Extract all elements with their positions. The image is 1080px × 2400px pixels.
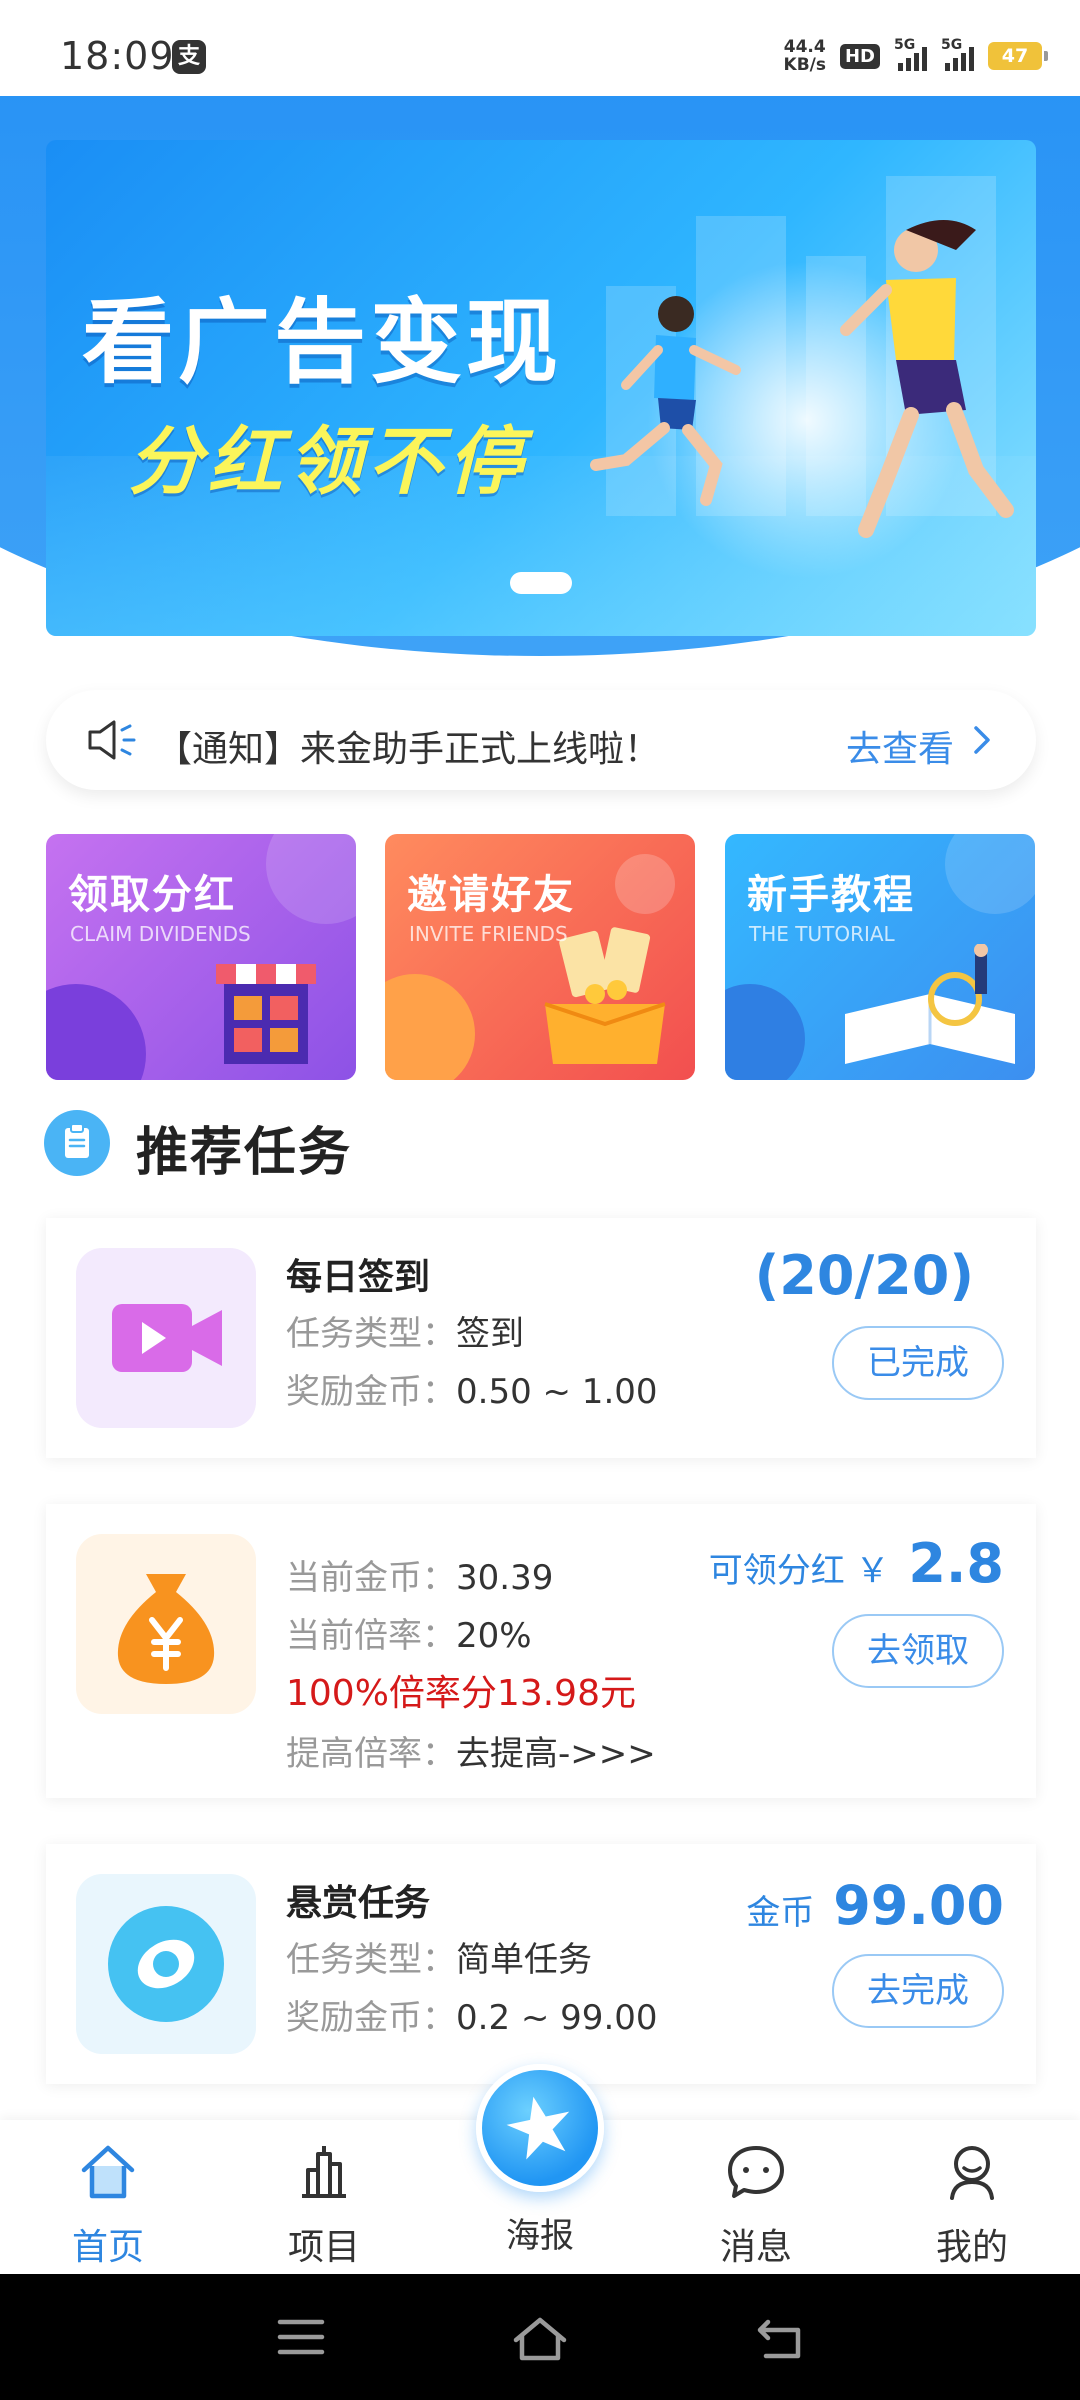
notice-text: 【通知】来金助手正式上线啦！ (156, 729, 661, 770)
building-icon (302, 2146, 346, 2198)
task-reward-value: 0.2 ~ 99.00 (456, 1998, 658, 2038)
tutorial-card[interactable]: 新手教程 THE TUTORIAL (725, 834, 1035, 1080)
card-title: 新手教程 (747, 872, 915, 918)
status-time: 18:09 (60, 34, 175, 78)
bounty-coins-label: 金币 (746, 1893, 815, 1933)
claim-dividends-card[interactable]: 领取分红 CLAIM DIVIDENDS (46, 834, 356, 1080)
task-type-label: 任务类型： (286, 1314, 456, 1354)
status-bar: 18:09 支 44.4 KB/s HD 5G 5G 47 (0, 0, 1080, 96)
task-reward: 奖励金币：0.50 ~ 1.00 (286, 1364, 658, 1413)
current-coins-label: 当前金币： (286, 1558, 456, 1598)
signal-label: 5G (941, 37, 963, 53)
task-name: 每日签到 (286, 1257, 431, 1298)
completed-button[interactable]: 已完成 (832, 1326, 1004, 1400)
money-bag-icon (76, 1534, 256, 1714)
chat-icon (728, 2146, 784, 2198)
signal-label: 5G (894, 37, 916, 53)
signin-progress: (20/20) (754, 1244, 974, 1307)
card-title: 领取分红 (68, 872, 236, 918)
claimable-dividend-value: 2.8 (908, 1532, 1004, 1595)
runner-illustration (590, 296, 741, 506)
complete-task-button[interactable]: 去完成 (832, 1954, 1004, 2028)
network-speed-value: 44.4 (783, 37, 826, 57)
current-coins-value: 30.39 (456, 1558, 554, 1598)
current-rate: 当前倍率：20% (286, 1608, 532, 1657)
system-navigation-bar (0, 2274, 1080, 2400)
current-rate-label: 当前倍率： (286, 1616, 456, 1656)
claim-button[interactable]: 去领取 (832, 1614, 1004, 1688)
star-icon (506, 2096, 570, 2160)
hd-icon: HD (839, 43, 880, 69)
task-type-value: 签到 (456, 1314, 524, 1354)
dividend-task[interactable]: 当前金币：30.39 当前倍率：20% 100%倍率分13.98元 提高倍率：去… (46, 1504, 1036, 1798)
claimable-dividend: 可领分红 ￥ 2.8 (709, 1532, 1004, 1595)
current-rate-value: 20% (456, 1616, 532, 1656)
network-speed-unit: KB/s (783, 55, 826, 75)
task-name: 悬赏任务 (286, 1883, 431, 1924)
nav-label: 首页 (71, 2227, 144, 2268)
banner-title: 看广告变现 (82, 289, 563, 396)
home-system-icon[interactable] (510, 2316, 570, 2362)
task-reward-value: 0.50 ~ 1.00 (456, 1372, 658, 1412)
video-camera-icon (76, 1248, 256, 1428)
task-type: 任务类型：简单任务 (286, 1932, 592, 1981)
card-subtitle: CLAIM DIVIDENDS (70, 922, 251, 946)
boost-rate-label: 提高倍率： (286, 1734, 456, 1774)
battery-icon: 47 (988, 42, 1048, 70)
section-title: 推荐任务 (136, 1123, 353, 1183)
task-type-value: 简单任务 (456, 1940, 592, 1980)
full-rate-dividend-text: 100%倍率分13.98元 (286, 1673, 636, 1714)
clipboard-icon (44, 1110, 110, 1176)
card-subtitle: INVITE FRIENDS (409, 922, 568, 946)
signal-icon: 5G (894, 37, 927, 71)
task-reward: 奖励金币：0.2 ~ 99.00 (286, 1990, 658, 2039)
gift-box-illustration (544, 927, 666, 1064)
runner-illustration (840, 220, 1014, 538)
chevron-right-icon[interactable] (966, 724, 996, 756)
bounty-task[interactable]: 悬赏任务 任务类型：简单任务 奖励金币：0.2 ~ 99.00 金币 99.00… (46, 1844, 1036, 2084)
user-icon (950, 2146, 994, 2200)
boost-rate-link[interactable]: 去提高->>> (456, 1734, 656, 1774)
nav-item-home[interactable]: 首页 (28, 2120, 188, 2274)
nav-item-messages[interactable]: 消息 (676, 2120, 836, 2274)
status-indicators: 44.4 KB/s HD 5G 5G 47 (784, 36, 1048, 76)
task-reward-label: 奖励金币： (286, 1372, 456, 1412)
task-type: 任务类型：签到 (286, 1306, 524, 1355)
speaker-icon (88, 720, 136, 760)
nav-label: 我的 (935, 2227, 1008, 2268)
notice-view-link[interactable]: 去查看 (846, 720, 954, 772)
bounty-coins: 金币 99.00 (746, 1874, 1004, 1937)
current-coins: 当前金币：30.39 (286, 1550, 553, 1599)
card-title: 邀请好友 (407, 872, 575, 918)
signal-icon: 5G (941, 37, 974, 71)
boost-rate[interactable]: 提高倍率：去提高->>> (286, 1726, 656, 1775)
nav-item-mine[interactable]: 我的 (892, 2120, 1052, 2274)
invite-friends-card[interactable]: 邀请好友 INVITE FRIENDS (385, 834, 695, 1080)
card-subtitle: THE TUTORIAL (749, 922, 895, 946)
poster-button[interactable] (476, 2064, 604, 2192)
carousel-indicator[interactable] (510, 572, 572, 594)
nav-item-projects[interactable]: 项目 (244, 2120, 404, 2274)
claimable-dividend-label: 可领分红 ￥ (708, 1551, 890, 1591)
back-icon[interactable] (754, 2316, 806, 2362)
pay-notification-icon: 支 (172, 40, 206, 74)
daily-signin-task[interactable]: 每日签到 任务类型：签到 奖励金币：0.50 ~ 1.00 (20/20) 已完… (46, 1218, 1036, 1458)
task-type-label: 任务类型： (286, 1940, 456, 1980)
shop-illustration (216, 964, 316, 1064)
menu-icon[interactable] (276, 2316, 326, 2358)
notice-bar[interactable]: 【通知】来金助手正式上线啦！ 去查看 (46, 690, 1036, 790)
book-illustration (845, 944, 1015, 1064)
network-speed: 44.4 KB/s (784, 38, 826, 74)
bounty-coins-value: 99.00 (833, 1874, 1004, 1937)
task-reward-label: 奖励金币： (286, 1998, 456, 2038)
nav-label: 项目 (287, 2227, 360, 2268)
eye-icon (76, 1874, 256, 2054)
nav-label: 消息 (719, 2227, 792, 2268)
nav-label-poster: 海报 (506, 2216, 574, 2256)
banner-subtitle: 分红领不停 (128, 419, 528, 505)
home-icon (81, 2145, 135, 2199)
promo-banner[interactable]: 看广告变现 分红领不停 (46, 140, 1036, 636)
